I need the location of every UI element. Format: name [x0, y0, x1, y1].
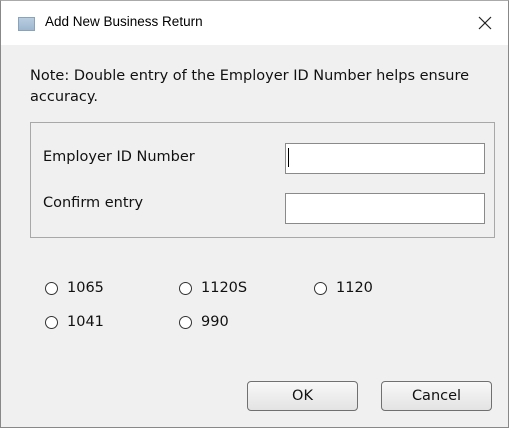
radio-1120s[interactable]: 1120S: [179, 280, 247, 296]
confirm-entry-label: Confirm entry: [43, 195, 144, 211]
ok-button[interactable]: OK: [247, 381, 358, 411]
ein-input[interactable]: [285, 143, 485, 174]
title-bar: Add New Business Return: [1, 1, 508, 45]
dialog-window: Add New Business Return Note: Double ent…: [0, 0, 509, 428]
close-icon: [478, 16, 492, 30]
application-icon: [18, 17, 35, 31]
radio-circle-icon: [179, 281, 192, 295]
radio-circle-icon: [314, 281, 327, 295]
radio-990[interactable]: 990: [179, 314, 229, 330]
accuracy-note: Note: Double entry of the Employer ID Nu…: [30, 68, 470, 105]
confirm-entry-input[interactable]: [285, 193, 485, 224]
radio-circle-icon: [45, 315, 58, 329]
ein-label: Employer ID Number: [43, 149, 195, 165]
radio-label: 1065: [67, 280, 104, 296]
radio-label: 990: [201, 314, 229, 330]
text-caret: [288, 148, 289, 167]
radio-1041[interactable]: 1041: [45, 314, 104, 330]
close-button[interactable]: [470, 9, 500, 37]
radio-circle-icon: [45, 281, 58, 295]
radio-label: 1120: [336, 280, 373, 296]
radio-1120[interactable]: 1120: [314, 280, 373, 296]
radio-label: 1041: [67, 314, 104, 330]
window-title: Add New Business Return: [45, 14, 203, 29]
radio-1065[interactable]: 1065: [45, 280, 104, 296]
radio-circle-icon: [179, 315, 192, 329]
cancel-button[interactable]: Cancel: [381, 381, 492, 411]
radio-label: 1120S: [201, 280, 248, 296]
